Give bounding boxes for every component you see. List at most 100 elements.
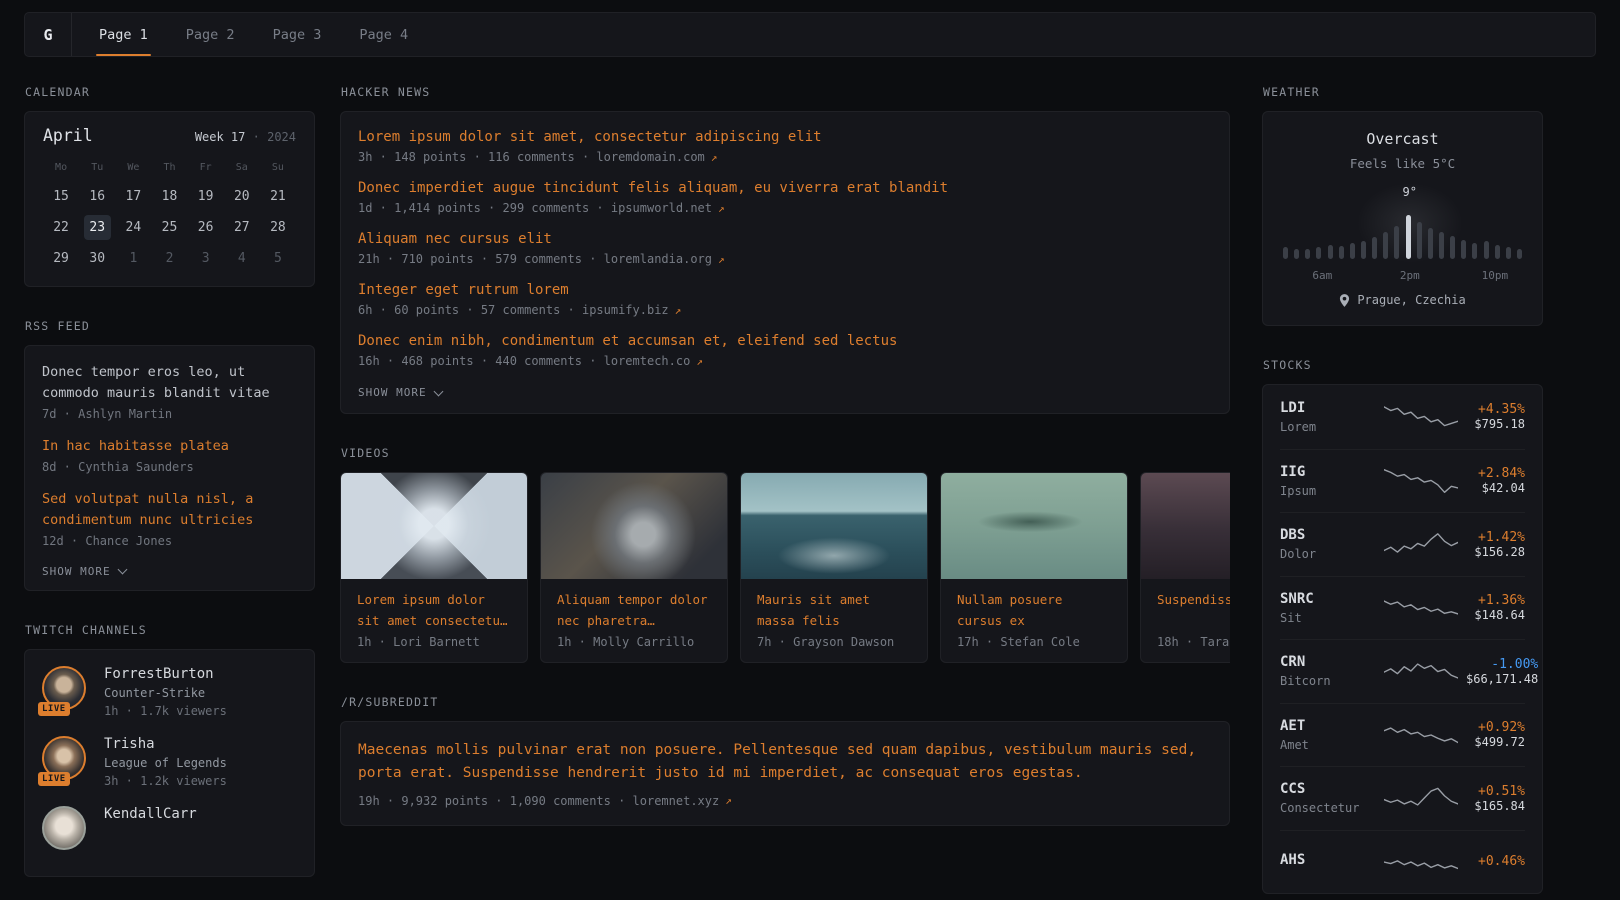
hn-item-link[interactable]: Donec enim nibh, condimentum et accumsan… xyxy=(358,333,1212,349)
tab-page-2[interactable]: Page 2 xyxy=(167,13,254,56)
stock-row[interactable]: CCSConsectetur +0.51%$165.84 xyxy=(1280,766,1525,830)
weather-bar-chart xyxy=(1283,213,1522,259)
channel-game: Counter-Strike xyxy=(104,686,227,700)
stock-row[interactable]: AHS +0.46% xyxy=(1280,830,1525,894)
chevron-down-icon xyxy=(117,565,127,575)
video-title[interactable]: Mauris sit amet massa felis xyxy=(741,579,927,632)
stock-ticker: AET xyxy=(1280,718,1376,734)
hn-item-link[interactable]: Aliquam nec cursus elit xyxy=(358,231,1212,247)
selected-day-box: 23 xyxy=(84,215,111,240)
app-logo: G xyxy=(25,13,72,56)
rss-item: In hac habitasse platea 8d · Cynthia Sau… xyxy=(42,436,297,474)
stock-row[interactable]: CRNBitcorn -1.00%$66,171.48 xyxy=(1280,639,1525,703)
video-title[interactable]: Nullam posuere cursus ex xyxy=(941,579,1127,632)
stock-values: +0.46% xyxy=(1466,854,1525,869)
stock-id: AHS xyxy=(1280,852,1376,872)
calendar-header: April Week 17 · 2024 xyxy=(43,126,296,145)
weather-time-axis: 6am 2pm 10pm xyxy=(1281,269,1524,283)
twitch-channel-row[interactable]: LIVE Trisha League of Legends 3h · 1.2k … xyxy=(42,736,297,788)
video-card[interactable]: Aliquam tempor dolor nec pharetra… 1h · … xyxy=(540,472,728,663)
hn-item-meta: 21h · 710 points · 579 comments · loreml… xyxy=(358,252,1212,266)
hn-meta-text: 1d · 1,414 points · 299 comments · ipsum… xyxy=(358,201,712,215)
video-card[interactable]: Mauris sit amet massa felis 7h · Grayson… xyxy=(740,472,928,663)
stock-price: $499.72 xyxy=(1474,735,1525,749)
external-link-icon[interactable]: ↗ xyxy=(696,355,703,368)
show-more-label: SHOW MORE xyxy=(358,386,427,399)
day-header: Sa xyxy=(224,155,260,181)
hacker-news-widget: HACKER NEWS Lorem ipsum dolor sit amet, … xyxy=(340,85,1230,414)
rss-show-more-button[interactable]: SHOW MORE xyxy=(42,563,297,578)
stock-id: SNRCSit xyxy=(1280,591,1376,625)
calendar-day: 27 xyxy=(224,212,260,243)
video-thumbnail[interactable] xyxy=(341,473,527,579)
rss-item-link[interactable]: Sed volutpat nulla nisl, a condimentum n… xyxy=(42,489,297,531)
video-thumbnail[interactable] xyxy=(541,473,727,579)
location-pin-icon xyxy=(1339,294,1350,307)
stock-change: +2.84% xyxy=(1478,466,1525,481)
hn-show-more-button[interactable]: SHOW MORE xyxy=(358,384,1212,399)
external-link-icon[interactable]: ↗ xyxy=(675,304,682,317)
tab-label: Page 4 xyxy=(359,27,408,43)
weather-bar xyxy=(1450,236,1455,259)
twitch-widget: TWITCH CHANNELS LIVE ForrestBurton Count… xyxy=(24,623,315,877)
hn-item-link[interactable]: Lorem ipsum dolor sit amet, consectetur … xyxy=(358,129,1212,145)
stock-name: Consectetur xyxy=(1280,801,1376,815)
rss-item-link[interactable]: Donec tempor eros leo, ut commodo mauris… xyxy=(42,362,297,404)
rss-item-link[interactable]: In hac habitasse platea xyxy=(42,436,297,457)
weather-bar xyxy=(1461,240,1466,259)
twitch-channel-row[interactable]: LIVE ForrestBurton Counter-Strike 1h · 1… xyxy=(42,666,297,718)
calendar-day: 18 xyxy=(151,181,187,212)
video-title[interactable]: Aliquam tempor dolor nec pharetra… xyxy=(541,579,727,632)
tab-page-4[interactable]: Page 4 xyxy=(340,13,427,56)
video-title[interactable]: Suspendisse diam xyxy=(1141,579,1230,632)
left-column: CALENDAR April Week 17 · 2024 Mo Tu We T… xyxy=(24,85,315,900)
video-card[interactable]: Lorem ipsum dolor sit amet consectetu… 1… xyxy=(340,472,528,663)
video-meta: 1h · Molly Carrillo xyxy=(541,632,727,662)
rss-item: Donec tempor eros leo, ut commodo mauris… xyxy=(42,362,297,421)
external-link-icon[interactable]: ↗ xyxy=(711,151,718,164)
video-thumbnail[interactable] xyxy=(1141,473,1230,579)
stock-row[interactable]: DBSDolor +1.42%$156.28 xyxy=(1280,512,1525,576)
channel-name[interactable]: KendallCarr xyxy=(104,806,197,822)
hn-item-link[interactable]: Donec imperdiet augue tincidunt felis al… xyxy=(358,180,1212,196)
twitch-channel-row[interactable]: KendallCarr xyxy=(42,806,297,854)
weather-bar xyxy=(1372,237,1377,259)
video-meta: 18h · Tara xyxy=(1141,632,1230,662)
calendar-day-next-month: 1 xyxy=(115,243,151,274)
rss-item-meta: 8d · Cynthia Saunders xyxy=(42,460,297,474)
external-link-icon[interactable]: ↗ xyxy=(718,202,725,215)
hn-item-link[interactable]: Integer eget rutrum lorem xyxy=(358,282,1212,298)
location-text: Prague, Czechia xyxy=(1357,293,1465,307)
twitch-widget-label: TWITCH CHANNELS xyxy=(24,623,315,637)
tab-label: Page 2 xyxy=(186,27,235,43)
avatar xyxy=(42,806,86,850)
hn-item: Lorem ipsum dolor sit amet, consectetur … xyxy=(358,129,1212,164)
external-link-icon[interactable]: ↗ xyxy=(718,253,725,266)
weather-bar xyxy=(1495,245,1500,259)
video-thumbnail[interactable] xyxy=(741,473,927,579)
external-link-icon[interactable]: ↗ xyxy=(725,794,732,807)
stock-row[interactable]: IIGIpsum +2.84%$42.04 xyxy=(1280,449,1525,513)
video-card[interactable]: Nullam posuere cursus ex 17h · Stefan Co… xyxy=(940,472,1128,663)
tab-page-1[interactable]: Page 1 xyxy=(80,13,167,56)
avatar-wrap xyxy=(42,806,90,854)
subreddit-widget: /R/SUBREDDIT Maecenas mollis pulvinar er… xyxy=(340,695,1230,826)
video-card[interactable]: Suspendisse diam 18h · Tara xyxy=(1140,472,1230,663)
video-thumbnail[interactable] xyxy=(941,473,1127,579)
stock-row[interactable]: AETAmet +0.92%$499.72 xyxy=(1280,703,1525,767)
subreddit-card: Maecenas mollis pulvinar erat non posuer… xyxy=(340,721,1230,826)
stock-values: -1.00%$66,171.48 xyxy=(1466,657,1538,686)
calendar-day: 21 xyxy=(260,181,296,212)
stock-row[interactable]: LDILorem +4.35%$795.18 xyxy=(1280,385,1525,449)
subreddit-post-link[interactable]: Maecenas mollis pulvinar erat non posuer… xyxy=(358,739,1212,786)
stock-sparkline xyxy=(1384,402,1458,432)
tab-page-3[interactable]: Page 3 xyxy=(254,13,341,56)
stock-row[interactable]: SNRCSit +1.36%$148.64 xyxy=(1280,576,1525,640)
day-header: Su xyxy=(260,155,296,181)
video-title[interactable]: Lorem ipsum dolor sit amet consectetu… xyxy=(341,579,527,632)
channel-name[interactable]: ForrestBurton xyxy=(104,666,227,682)
subreddit-meta-text: 19h · 9,932 points · 1,090 comments · lo… xyxy=(358,794,719,808)
weather-bar xyxy=(1305,249,1310,259)
hn-item: Donec enim nibh, condimentum et accumsan… xyxy=(358,333,1212,368)
channel-name[interactable]: Trisha xyxy=(104,736,227,752)
